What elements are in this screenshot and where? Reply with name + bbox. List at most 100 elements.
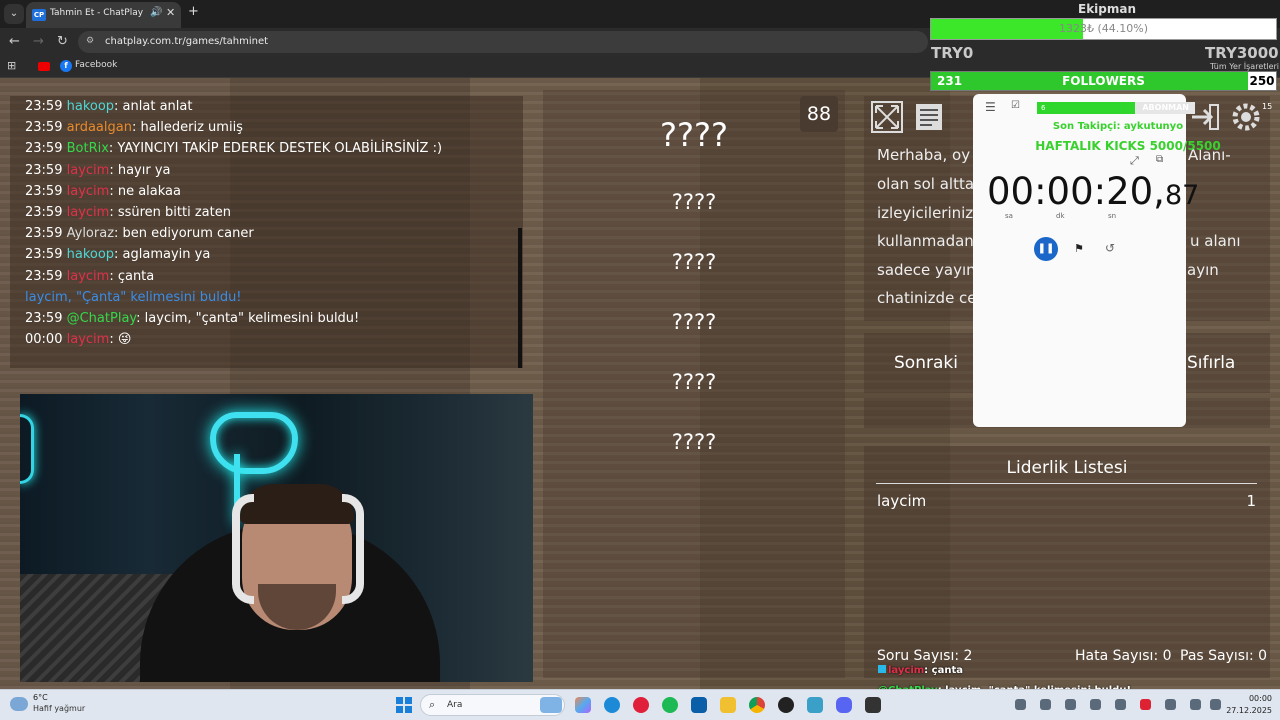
search-icon: ⌕	[429, 698, 436, 711]
url-field[interactable]: ⚙ chatplay.com.tr/games/tahminet	[78, 31, 928, 53]
chat-message: 00:00 laycim: 😜	[10, 329, 523, 350]
fullscreen-icon[interactable]	[870, 100, 904, 134]
settings-app-icon[interactable]	[807, 697, 823, 713]
chat-message: 23:59 laycim: hayır ya	[10, 160, 523, 181]
back-icon[interactable]: ←	[9, 34, 20, 49]
browser-tab[interactable]: CP Tahmin Et - ChatPlay 🔊 ✕	[26, 2, 181, 28]
site-info-icon[interactable]: ⚙	[86, 36, 94, 46]
copilot-icon[interactable]	[575, 697, 591, 713]
followers-count: 231	[937, 74, 963, 88]
streamer-hair	[240, 484, 354, 524]
chat-time: 23:59	[25, 204, 63, 220]
settings-gear-icon[interactable]	[1229, 100, 1263, 134]
discord-icon[interactable]	[836, 697, 852, 713]
weekly-kicks: HAFTALIK KICKS 5000/5500	[1035, 139, 1221, 153]
word-counter: 88	[800, 96, 838, 132]
bookmark-facebook[interactable]: Facebook	[75, 60, 117, 70]
goal-progress-text: 1323₺ (44.10%)	[1058, 22, 1148, 35]
chat-username[interactable]: laycim	[67, 332, 110, 347]
chat-message: 23:59 hakoop: anlat anlat	[10, 96, 523, 117]
media-player-icon[interactable]	[633, 697, 649, 713]
steam-icon[interactable]	[778, 697, 794, 713]
reload-icon[interactable]: ↻	[57, 34, 68, 49]
chat-username[interactable]: ardaalgan	[67, 120, 132, 135]
all-bookmarks[interactable]: Tüm Yer İşaretleri	[1210, 62, 1279, 71]
chat-text: : hallederiz umiiş	[131, 120, 243, 136]
pause-button[interactable]: ❚❚	[1034, 237, 1058, 261]
menu-icon[interactable]: ☰	[985, 100, 996, 114]
volume-icon[interactable]	[1210, 699, 1221, 710]
headphones-right	[342, 494, 364, 604]
unit-minutes: dk	[1056, 212, 1065, 220]
apps-grid-icon[interactable]: ⊞	[7, 59, 16, 72]
chat-message: 23:59 @ChatPlay: laycim, "çanta" kelimes…	[10, 308, 523, 329]
info-text: Merhaba, oy	[877, 146, 971, 164]
youtube-icon[interactable]	[38, 62, 50, 71]
facebook-icon[interactable]: f	[60, 60, 72, 72]
chat-username[interactable]: @ChatPlay	[67, 311, 137, 326]
chrome-icon[interactable]	[749, 697, 765, 713]
chat-username[interactable]: Ayloraz	[67, 226, 114, 241]
chat-username[interactable]: laycim	[67, 205, 110, 220]
chat-message: 23:59 BotRix: YAYINCIYI TAKİP EDEREK DES…	[10, 138, 523, 159]
chat-scrollbar[interactable]	[518, 228, 522, 368]
chat-panel: 23:59 hakoop: anlat anlat 23:59 ardaalgan…	[10, 96, 523, 368]
lap-flag-icon[interactable]: ⚑	[1074, 242, 1084, 255]
wifi-icon[interactable]	[1190, 699, 1201, 710]
tray-icon[interactable]	[1140, 699, 1151, 710]
reset-button[interactable]: Sıfırla	[1187, 353, 1235, 373]
checkbox-icon[interactable]: ☑	[1011, 100, 1020, 111]
leaderboard-panel	[864, 446, 1270, 678]
chat-username[interactable]: laycim	[67, 269, 110, 284]
chat-username[interactable]: laycim	[67, 184, 110, 199]
stopwatch-time: 00:00:20,87	[987, 170, 1199, 213]
tray-icon[interactable]	[1065, 699, 1076, 710]
tray-icon[interactable]	[1165, 699, 1176, 710]
weather-rain-icon[interactable]	[10, 697, 28, 711]
tab-audio-icon[interactable]: 🔊	[150, 7, 162, 18]
info-text: kullanmadan	[877, 232, 974, 250]
pip-icon[interactable]: ⧉	[1156, 154, 1163, 165]
obs-icon[interactable]	[865, 697, 881, 713]
document-icon[interactable]	[912, 100, 946, 134]
reset-icon[interactable]: ↺	[1105, 241, 1115, 255]
chat-username[interactable]: laycim	[67, 163, 110, 178]
tab-search-dropdown-icon[interactable]: ⌄	[4, 4, 24, 24]
edge-icon[interactable]	[604, 697, 620, 713]
tab-close-icon[interactable]: ✕	[166, 6, 175, 19]
search-highlight-icon[interactable]	[540, 697, 562, 713]
followers-label: FOLLOWERS	[1062, 74, 1145, 88]
chat-username[interactable]: hakoop	[67, 99, 114, 114]
chat-text: : çanta	[109, 268, 155, 284]
webcam-feed	[20, 394, 533, 682]
tray-icon[interactable]	[1115, 699, 1126, 710]
weather-temp: 6°C	[33, 693, 48, 702]
chat-username[interactable]: hakoop	[67, 247, 114, 262]
tab-favicon-icon: CP	[32, 9, 46, 21]
spotify-icon[interactable]	[662, 697, 678, 713]
clock-date[interactable]: 27.12.2025	[1226, 706, 1272, 715]
tray-icon[interactable]	[1015, 699, 1026, 710]
next-button[interactable]: Sonraki	[894, 353, 958, 373]
search-placeholder: Ara	[447, 700, 463, 710]
clock-time[interactable]: 00:00	[1232, 694, 1272, 703]
info-text: izleyicilerinize	[877, 204, 983, 222]
info-text: olan sol altta	[877, 175, 975, 193]
weather-desc: Hafif yağmur	[33, 704, 86, 713]
file-explorer-icon[interactable]	[720, 697, 736, 713]
followers-bar: FOLLOWERS 231 250	[930, 71, 1277, 91]
tray-icon[interactable]	[1090, 699, 1101, 710]
chat-message: 23:59 laycim: çanta	[10, 266, 523, 287]
info-text-fragment: u alanı	[1190, 232, 1241, 250]
windows-start-icon[interactable]	[396, 697, 412, 713]
expand-icon[interactable]: ⤢	[1130, 154, 1139, 168]
leaderboard-divider	[876, 483, 1257, 484]
forward-icon[interactable]: →	[33, 34, 44, 49]
chat-username[interactable]: BotRix	[67, 141, 109, 156]
new-tab-icon[interactable]: +	[188, 4, 199, 19]
chat-text: : ben ediyorum caner	[114, 226, 254, 242]
leaderboard-title: Liderlik Listesi	[1006, 458, 1128, 478]
chat-time: 23:59	[25, 183, 63, 199]
store-icon[interactable]	[691, 697, 707, 713]
tray-icon[interactable]	[1040, 699, 1051, 710]
